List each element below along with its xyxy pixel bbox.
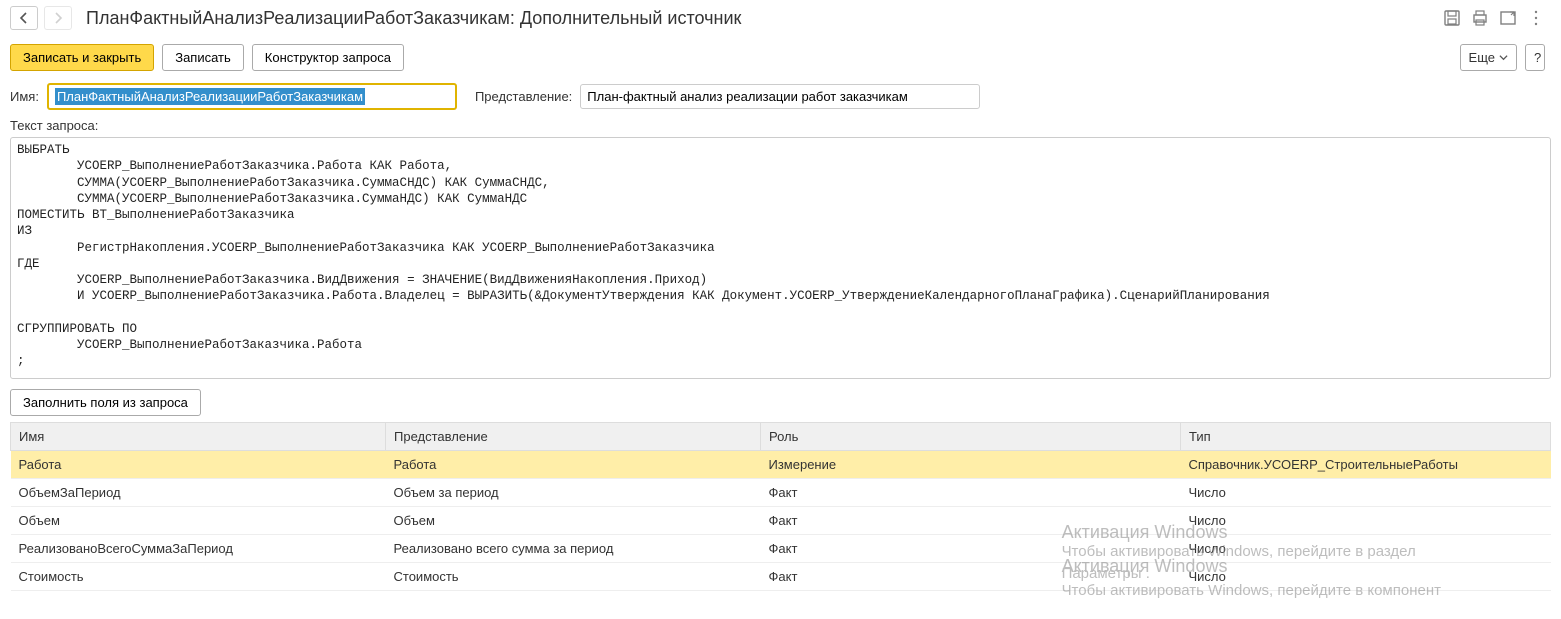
print-icon[interactable] xyxy=(1471,9,1489,27)
pres-label: Представление: xyxy=(475,89,572,104)
cell-role: Факт xyxy=(761,563,1181,591)
more-button[interactable]: Еще xyxy=(1460,44,1517,71)
name-input[interactable]: ПланФактныйАнализРеализацииРаботЗаказчик… xyxy=(47,83,457,110)
toolbar: Записать и закрыть Записать Конструктор … xyxy=(0,36,1561,79)
cell-name: ОбъемЗаПериод xyxy=(11,479,386,507)
table-row[interactable]: РаботаРаботаИзмерениеСправочник.УСОERP_С… xyxy=(11,451,1551,479)
name-label: Имя: xyxy=(10,89,39,104)
write-button[interactable]: Записать xyxy=(162,44,244,71)
header-bar: ПланФактныйАнализРеализацииРаботЗаказчик… xyxy=(0,0,1561,36)
back-button[interactable] xyxy=(10,6,38,30)
cell-type: Справочник.УСОERP_СтроительныеРаботы xyxy=(1181,451,1551,479)
fields-table: Имя Представление Роль Тип РаботаРаботаИ… xyxy=(10,422,1551,591)
cell-role: Факт xyxy=(761,535,1181,563)
pres-input[interactable] xyxy=(580,84,980,109)
table-row[interactable]: ОбъемОбъемФактЧисло xyxy=(11,507,1551,535)
cell-type: Число xyxy=(1181,535,1551,563)
table-row[interactable]: СтоимостьСтоимостьФактЧисло xyxy=(11,563,1551,591)
cell-pres: Стоимость xyxy=(386,563,761,591)
table-row[interactable]: ОбъемЗаПериодОбъем за периодФактЧисло xyxy=(11,479,1551,507)
cell-type: Число xyxy=(1181,507,1551,535)
cell-type: Число xyxy=(1181,563,1551,591)
cell-name: Стоимость xyxy=(11,563,386,591)
name-value: ПланФактныйАнализРеализацииРаботЗаказчик… xyxy=(55,88,365,105)
save-icon[interactable] xyxy=(1443,9,1461,27)
page-title: ПланФактныйАнализРеализацииРаботЗаказчик… xyxy=(86,8,741,29)
table-row[interactable]: РеализованоВсегоСуммаЗаПериодРеализовано… xyxy=(11,535,1551,563)
fill-fields-button[interactable]: Заполнить поля из запроса xyxy=(10,389,201,416)
more-label: Еще xyxy=(1469,50,1495,65)
table-header-row: Имя Представление Роль Тип xyxy=(11,423,1551,451)
fields-row: Имя: ПланФактныйАнализРеализацииРаботЗак… xyxy=(0,79,1561,114)
query-builder-button[interactable]: Конструктор запроса xyxy=(252,44,404,71)
write-close-button[interactable]: Записать и закрыть xyxy=(10,44,154,71)
header-pres[interactable]: Представление xyxy=(386,423,761,451)
forward-button[interactable] xyxy=(44,6,72,30)
cell-name: Работа xyxy=(11,451,386,479)
header-type[interactable]: Тип xyxy=(1181,423,1551,451)
cell-role: Измерение xyxy=(761,451,1181,479)
cell-pres: Реализовано всего сумма за период xyxy=(386,535,761,563)
header-role[interactable]: Роль xyxy=(761,423,1181,451)
header-name[interactable]: Имя xyxy=(11,423,386,451)
cell-type: Число xyxy=(1181,479,1551,507)
cell-name: Объем xyxy=(11,507,386,535)
cell-role: Факт xyxy=(761,507,1181,535)
cell-pres: Объем за период xyxy=(386,479,761,507)
cell-role: Факт xyxy=(761,479,1181,507)
chevron-down-icon xyxy=(1499,53,1508,62)
query-label: Текст запроса: xyxy=(0,114,1561,133)
help-button[interactable]: ? xyxy=(1525,44,1545,71)
cell-pres: Объем xyxy=(386,507,761,535)
query-textarea[interactable]: ВЫБРАТЬ УСОERP_ВыполнениеРаботЗаказчика.… xyxy=(10,137,1551,379)
cell-name: РеализованоВсегоСуммаЗаПериод xyxy=(11,535,386,563)
cell-pres: Работа xyxy=(386,451,761,479)
menu-dots-icon[interactable] xyxy=(1527,9,1545,27)
window-icon[interactable] xyxy=(1499,9,1517,27)
